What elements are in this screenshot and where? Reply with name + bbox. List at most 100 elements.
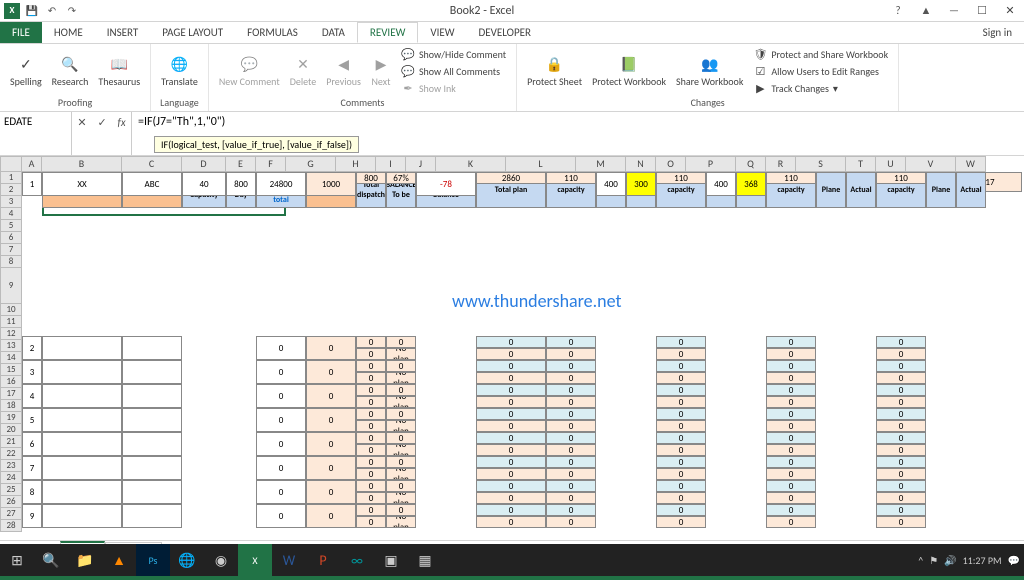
- r7-d2c2[interactable]: 0: [766, 468, 816, 480]
- page-layout-tab[interactable]: PAGE LAYOUT: [150, 22, 235, 43]
- r4-tp1[interactable]: 0: [476, 384, 546, 396]
- row-3[interactable]: 3: [0, 196, 22, 208]
- row-15[interactable]: 15: [0, 364, 22, 376]
- r9-bal2[interactable]: No plan: [386, 516, 416, 528]
- r1-d2c2[interactable]: 110: [766, 172, 816, 184]
- col-K[interactable]: K: [436, 156, 506, 172]
- r6-c2[interactable]: 0: [546, 444, 596, 456]
- ribbon-min-icon[interactable]: ▲: [912, 0, 940, 22]
- new-comment-button[interactable]: 💬New Comment: [215, 52, 284, 90]
- research-button[interactable]: 🔍Research: [48, 52, 93, 90]
- r2-d2c[interactable]: 0: [766, 336, 816, 348]
- r3-d2c[interactable]: 0: [766, 360, 816, 372]
- r4-c2[interactable]: 0: [546, 396, 596, 408]
- r6-tp2[interactable]: 0: [476, 444, 546, 456]
- r9-d1c2[interactable]: 0: [656, 516, 706, 528]
- r9-c2[interactable]: 0: [546, 516, 596, 528]
- delete-comment-button[interactable]: ✕Delete: [286, 52, 321, 90]
- ppt-icon[interactable]: P: [306, 544, 340, 576]
- tray-up-icon[interactable]: ^: [918, 554, 923, 567]
- r8-d3c[interactable]: 0: [876, 480, 926, 492]
- r4-d2c[interactable]: 0: [766, 384, 816, 396]
- row-16[interactable]: 16: [0, 376, 22, 388]
- start-button[interactable]: ⊞: [0, 544, 34, 576]
- r2-mwd[interactable]: 0: [256, 336, 306, 360]
- r7-td1[interactable]: 0: [356, 456, 386, 468]
- r2-sch[interactable]: 0: [306, 336, 356, 360]
- r1-mwd[interactable]: 24800: [256, 172, 306, 196]
- r9-no[interactable]: 9: [22, 504, 42, 528]
- col-F[interactable]: F: [256, 156, 286, 172]
- browser-icon[interactable]: 🌐: [170, 544, 204, 576]
- r1-d1c2[interactable]: 110: [656, 172, 706, 184]
- r3-bal2[interactable]: No plan: [386, 372, 416, 384]
- r2-d2c2[interactable]: 0: [766, 348, 816, 360]
- r1-d3c2[interactable]: 110: [876, 172, 926, 184]
- r8-c2[interactable]: 0: [546, 492, 596, 504]
- allow-edit-button[interactable]: ☑Allow Users to Edit Ranges: [749, 63, 892, 79]
- enter-formula-icon[interactable]: ✓: [97, 116, 106, 129]
- r8-td2[interactable]: 0: [356, 492, 386, 504]
- r9-d3c[interactable]: 0: [876, 504, 926, 516]
- tray-flag-icon[interactable]: ⚑: [929, 554, 938, 567]
- home-tab[interactable]: HOME: [42, 22, 95, 43]
- protect-workbook-button[interactable]: 📗Protect Workbook: [588, 52, 670, 90]
- r4-tp2[interactable]: 0: [476, 396, 546, 408]
- r6-bal2[interactable]: No plan: [386, 444, 416, 456]
- r2-td1[interactable]: 0: [356, 336, 386, 348]
- row-21[interactable]: 21: [0, 436, 22, 448]
- r8-d3c2[interactable]: 0: [876, 492, 926, 504]
- r9-td1[interactable]: 0: [356, 504, 386, 516]
- help-icon[interactable]: ?: [884, 0, 912, 22]
- r3-tp1[interactable]: 0: [476, 360, 546, 372]
- r3-d3c2[interactable]: 0: [876, 372, 926, 384]
- r7-bal2[interactable]: No plan: [386, 468, 416, 480]
- r9-td2[interactable]: 0: [356, 516, 386, 528]
- r8-sch[interactable]: 0: [306, 480, 356, 504]
- r5-d3c2[interactable]: 0: [876, 420, 926, 432]
- r3-d2c2[interactable]: 0: [766, 372, 816, 384]
- r8-no[interactable]: 8: [22, 480, 42, 504]
- r6-d3c2[interactable]: 0: [876, 444, 926, 456]
- r4-d2c2[interactable]: 0: [766, 396, 816, 408]
- r5-d2c[interactable]: 0: [766, 408, 816, 420]
- undo-icon[interactable]: ↶: [44, 3, 60, 19]
- col-N[interactable]: N: [626, 156, 656, 172]
- r6-d3c[interactable]: 0: [876, 432, 926, 444]
- r7-part[interactable]: [122, 456, 182, 480]
- col-R[interactable]: R: [766, 156, 796, 172]
- r2-bal1[interactable]: 0: [386, 336, 416, 348]
- r8-bal1[interactable]: 0: [386, 480, 416, 492]
- r8-bal2[interactable]: No plan: [386, 492, 416, 504]
- close-icon[interactable]: ✕: [996, 0, 1024, 22]
- col-H[interactable]: H: [336, 156, 376, 172]
- maximize-icon[interactable]: ☐: [968, 0, 996, 22]
- r4-no[interactable]: 4: [22, 384, 42, 408]
- row-24[interactable]: 24: [0, 472, 22, 484]
- r7-d2c[interactable]: 0: [766, 456, 816, 468]
- r4-mwd[interactable]: 0: [256, 384, 306, 408]
- r7-c1[interactable]: 0: [546, 456, 596, 468]
- r8-mwd[interactable]: 0: [256, 480, 306, 504]
- show-all-comments[interactable]: 💬Show All Comments: [397, 63, 510, 79]
- r5-d3c[interactable]: 0: [876, 408, 926, 420]
- r1-tp2[interactable]: 2860: [476, 172, 546, 184]
- clock[interactable]: 11:27 PM: [963, 554, 1002, 567]
- r3-td1[interactable]: 0: [356, 360, 386, 372]
- r9-d2c2[interactable]: 0: [766, 516, 816, 528]
- row-6[interactable]: 6: [0, 232, 22, 244]
- r3-bal1[interactable]: 0: [386, 360, 416, 372]
- r9-part[interactable]: [122, 504, 182, 528]
- r9-tp1[interactable]: 0: [476, 504, 546, 516]
- file-tab[interactable]: FILE: [0, 22, 42, 43]
- row-8[interactable]: 8: [0, 256, 22, 268]
- row-13[interactable]: 13: [0, 340, 22, 352]
- r9-desc[interactable]: [42, 504, 122, 528]
- r2-part[interactable]: [122, 336, 182, 360]
- r5-mwd[interactable]: 0: [256, 408, 306, 432]
- col-J[interactable]: J: [406, 156, 436, 172]
- r4-bal2[interactable]: No plan: [386, 396, 416, 408]
- r4-sch[interactable]: 0: [306, 384, 356, 408]
- r2-d3c[interactable]: 0: [876, 336, 926, 348]
- r5-no[interactable]: 5: [22, 408, 42, 432]
